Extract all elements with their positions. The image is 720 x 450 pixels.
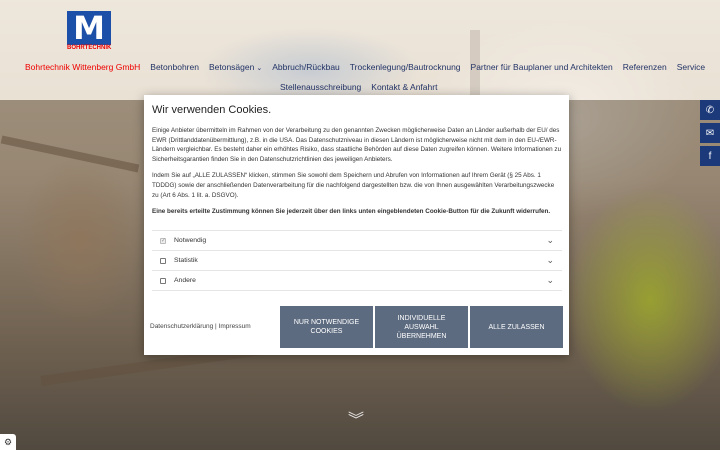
email-icon: ✉ — [705, 127, 715, 139]
nav-item-abbruch[interactable]: Abbruch/Rückbau — [267, 60, 345, 76]
dialog-title: Wir verwenden Cookies. — [152, 104, 272, 116]
cookie-consent-dialog: Wir verwenden Cookies. Einige Anbieter ü… — [144, 95, 569, 355]
chevron-down-icon: ⌄ — [256, 65, 263, 72]
phone-button[interactable]: ✆ — [700, 100, 720, 120]
category-label: Statistik — [174, 257, 198, 264]
side-contact-bar: ✆ ✉ f — [700, 100, 720, 169]
save-selection-button[interactable]: INDIVIDUELLE AUSWAHL ÜBERNEHMEN — [375, 306, 468, 348]
category-necessary[interactable]: ✓ Notwendig ⌄ — [152, 231, 562, 251]
nav-item-partner[interactable]: Partner für Bauplaner und Architekten — [466, 60, 618, 76]
cookie-settings-icon[interactable]: ⚙ — [0, 434, 16, 450]
scroll-down-icon[interactable]: ︾ — [346, 413, 366, 438]
chevron-down-icon[interactable]: ⌄ — [546, 235, 554, 246]
link-separator: | — [215, 323, 217, 330]
category-statistics[interactable]: Statistik ⌄ — [152, 251, 562, 271]
facebook-button[interactable]: f — [700, 146, 720, 166]
chevron-down-icon[interactable]: ⌄ — [546, 275, 554, 286]
nav-item-betonsaegen[interactable]: Betonsägen ⌄ — [204, 60, 267, 76]
company-logo[interactable]: M BOHRTECHNIK — [67, 11, 111, 55]
category-label: Notwendig — [174, 237, 207, 244]
category-other[interactable]: Andere ⌄ — [152, 271, 562, 291]
statistics-checkbox[interactable] — [160, 257, 166, 264]
nav-item-home[interactable]: Bohrtechnik Wittenberg GmbH — [20, 60, 145, 76]
privacy-link[interactable]: Datenschutzerklärung — [150, 323, 213, 330]
nav-item-betonbohren[interactable]: Betonbohren — [145, 60, 204, 76]
other-checkbox[interactable] — [160, 277, 166, 284]
nav-row-primary: Bohrtechnik Wittenberg GmbH Betonbohren … — [20, 60, 710, 76]
necessary-checkbox: ✓ — [160, 237, 167, 244]
accept-all-button[interactable]: ALLE ZULASSEN — [470, 306, 563, 348]
logo-mark: M — [67, 11, 111, 45]
facebook-icon: f — [708, 150, 712, 162]
phone-icon: ✆ — [705, 104, 715, 116]
site-header: M BOHRTECHNIK Bohrtechnik Wittenberg Gmb… — [0, 0, 720, 100]
consent-text-transfer: Einige Anbieter übermitteln im Rahmen vo… — [152, 127, 562, 163]
nav-item-service[interactable]: Service — [672, 60, 710, 76]
nav-item-label: Betonsägen — [208, 62, 255, 72]
chevron-down-icon[interactable]: ⌄ — [546, 255, 554, 266]
imprint-link[interactable]: Impressum — [219, 323, 251, 330]
dialog-body: Einige Anbieter übermitteln im Rahmen vo… — [152, 126, 562, 224]
dialog-footer-links: Datenschutzerklärung | Impressum — [150, 323, 251, 330]
necessary-only-button[interactable]: NUR NOTWENDIGE COOKIES — [280, 306, 373, 348]
cookie-categories: ✓ Notwendig ⌄ Statistik ⌄ Andere ⌄ — [152, 230, 562, 291]
nav-row-secondary: Stellenausschreibung Kontakt & Anfahrt — [275, 80, 442, 94]
category-label: Andere — [174, 277, 196, 284]
nav-item-trockenlegung[interactable]: Trockenlegung/Bautrocknung — [345, 60, 466, 76]
nav-item-referenzen[interactable]: Referenzen — [618, 60, 672, 76]
email-button[interactable]: ✉ — [700, 123, 720, 143]
consent-text-accept: Indem Sie auf „ALLE ZULASSEN“ klicken, s… — [152, 172, 555, 199]
consent-text-revoke: Eine bereits erteilte Zustimmung können … — [152, 208, 551, 216]
nav-item-stellenausschreibung[interactable]: Stellenausschreibung — [275, 80, 366, 94]
nav-item-kontakt[interactable]: Kontakt & Anfahrt — [366, 80, 442, 94]
logo-caption: BOHRTECHNIK — [67, 45, 112, 51]
